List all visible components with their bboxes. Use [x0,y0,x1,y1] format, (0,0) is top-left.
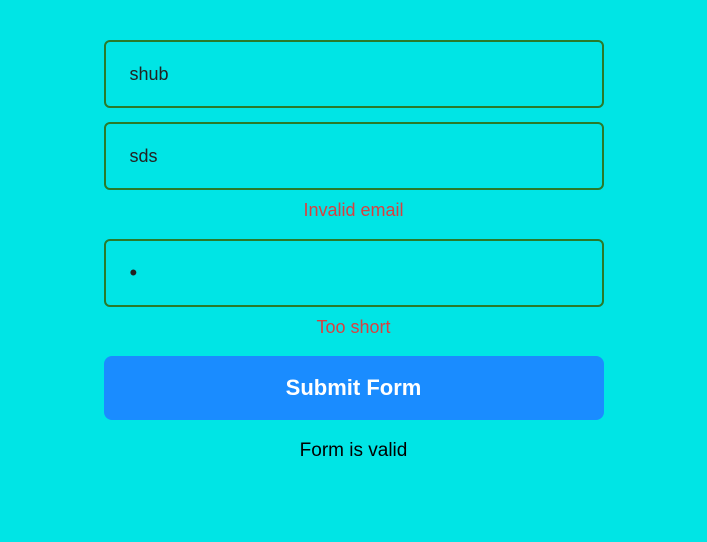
email-error: Invalid email [104,200,604,221]
password-error: Too short [104,317,604,338]
password-input[interactable] [104,239,604,307]
form-container: Invalid email Too short Submit Form Form… [104,40,604,542]
email-input[interactable] [104,122,604,190]
email-field-group: Invalid email [104,122,604,225]
name-input[interactable] [104,40,604,108]
password-field-group: Too short [104,239,604,342]
submit-button[interactable]: Submit Form [104,356,604,420]
name-field-group [104,40,604,108]
form-status: Form is valid [104,440,604,462]
